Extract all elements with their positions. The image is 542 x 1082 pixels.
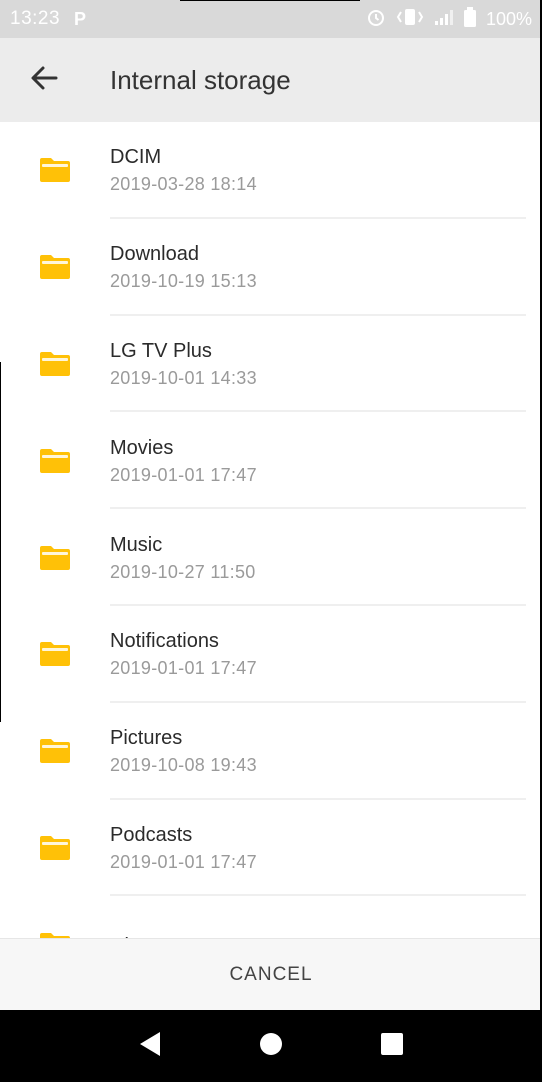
folder-item[interactable]: Pictures 2019-10-08 19:43 bbox=[0, 703, 542, 800]
folder-icon bbox=[0, 412, 110, 509]
back-triangle-icon bbox=[138, 1031, 162, 1062]
folder-name: Notifications bbox=[110, 630, 219, 653]
status-time: 13:23 bbox=[10, 8, 61, 29]
bottom-action-bar: CANCEL bbox=[0, 938, 542, 1010]
folder-date: 2019-03-28 18:14 bbox=[110, 174, 257, 195]
folder-name: Pictures bbox=[110, 727, 183, 750]
folder-date: 2019-10-19 15:13 bbox=[110, 271, 257, 292]
folder-text: Music 2019-10-27 11:50 bbox=[110, 530, 542, 586]
folder-name: Podcasts bbox=[110, 823, 193, 846]
frame-line bbox=[180, 0, 360, 1]
status-right: 100% bbox=[366, 6, 532, 32]
folder-date: 2019-10-01 14:33 bbox=[110, 367, 257, 388]
vibrate-icon bbox=[396, 7, 424, 32]
home-circle-icon bbox=[259, 1032, 283, 1061]
folder-item[interactable]: LG TV Plus 2019-10-01 14:33 bbox=[0, 316, 542, 413]
status-left: 13:23 P bbox=[10, 8, 86, 30]
nav-home-button[interactable] bbox=[251, 1026, 291, 1066]
folder-item[interactable]: Notifications 2019-01-01 17:47 bbox=[0, 606, 542, 703]
folder-item[interactable]: Ringtones bbox=[0, 896, 542, 938]
folder-name: DCIM bbox=[110, 146, 162, 169]
folder-list[interactable]: DCIM 2019-03-28 18:14 Download 2019-10-19 1… bbox=[0, 122, 542, 938]
folder-name: Movies bbox=[110, 436, 174, 459]
nav-back-button[interactable] bbox=[130, 1026, 170, 1066]
alarm-icon bbox=[366, 7, 386, 32]
folder-text: Pictures 2019-10-08 19:43 bbox=[110, 723, 542, 779]
folder-item[interactable]: Music 2019-10-27 11:50 bbox=[0, 509, 542, 606]
app-bar: Internal storage bbox=[0, 38, 542, 122]
signal-icon bbox=[434, 8, 454, 31]
folder-text: Movies 2019-01-01 17:47 bbox=[110, 433, 542, 489]
battery-icon bbox=[463, 6, 476, 32]
system-nav-bar bbox=[0, 1010, 542, 1082]
folder-date: 2019-01-01 17:47 bbox=[110, 464, 257, 485]
folder-item[interactable]: Movies 2019-01-01 17:47 bbox=[0, 412, 542, 510]
notification-p-icon: P bbox=[74, 8, 87, 29]
folder-text: Notifications 2019-01-01 17:47 bbox=[110, 626, 542, 682]
battery-percent: 100% bbox=[485, 8, 532, 29]
folder-item[interactable]: Podcasts 2019-01-01 17:47 bbox=[0, 800, 542, 897]
status-bar: 13:23 P 100% bbox=[0, 0, 542, 38]
folder-text: Podcasts 2019-01-01 17:47 bbox=[110, 820, 542, 876]
page-title: Internal storage bbox=[110, 64, 291, 95]
back-button[interactable] bbox=[0, 38, 88, 122]
folder-text: Download 2019-10-19 15:13 bbox=[110, 239, 542, 295]
folder-date: 2019-01-01 17:47 bbox=[110, 851, 257, 872]
folder-icon bbox=[0, 703, 110, 800]
recents-square-icon bbox=[380, 1032, 404, 1061]
folder-date: 2019-10-27 11:50 bbox=[110, 561, 256, 582]
folder-name: Download bbox=[110, 243, 199, 266]
screen: 13:23 P 100% Internal storage DCIM 2019-… bbox=[0, 0, 542, 1082]
folder-icon bbox=[0, 606, 110, 703]
folder-name: LG TV Plus bbox=[110, 339, 212, 362]
folder-icon bbox=[0, 896, 110, 938]
folder-icon bbox=[0, 316, 110, 413]
folder-icon bbox=[0, 509, 110, 606]
folder-icon bbox=[0, 800, 110, 897]
arrow-back-icon bbox=[30, 64, 58, 97]
folder-text: DCIM 2019-03-28 18:14 bbox=[110, 142, 542, 198]
folder-item[interactable]: Download 2019-10-19 15:13 bbox=[0, 219, 542, 316]
folder-date: 2019-01-01 17:47 bbox=[110, 658, 257, 679]
folder-item[interactable]: DCIM 2019-03-28 18:14 bbox=[0, 122, 542, 219]
nav-recents-button[interactable] bbox=[372, 1026, 412, 1066]
frame-line bbox=[0, 362, 1, 722]
folder-icon bbox=[0, 122, 110, 219]
folder-date: 2019-10-08 19:43 bbox=[110, 755, 257, 776]
folder-name: Music bbox=[110, 533, 163, 556]
folder-text: LG TV Plus 2019-10-01 14:33 bbox=[110, 336, 542, 392]
folder-icon bbox=[0, 219, 110, 316]
folder-text: Ringtones bbox=[110, 931, 542, 938]
cancel-button[interactable]: CANCEL bbox=[209, 954, 332, 996]
